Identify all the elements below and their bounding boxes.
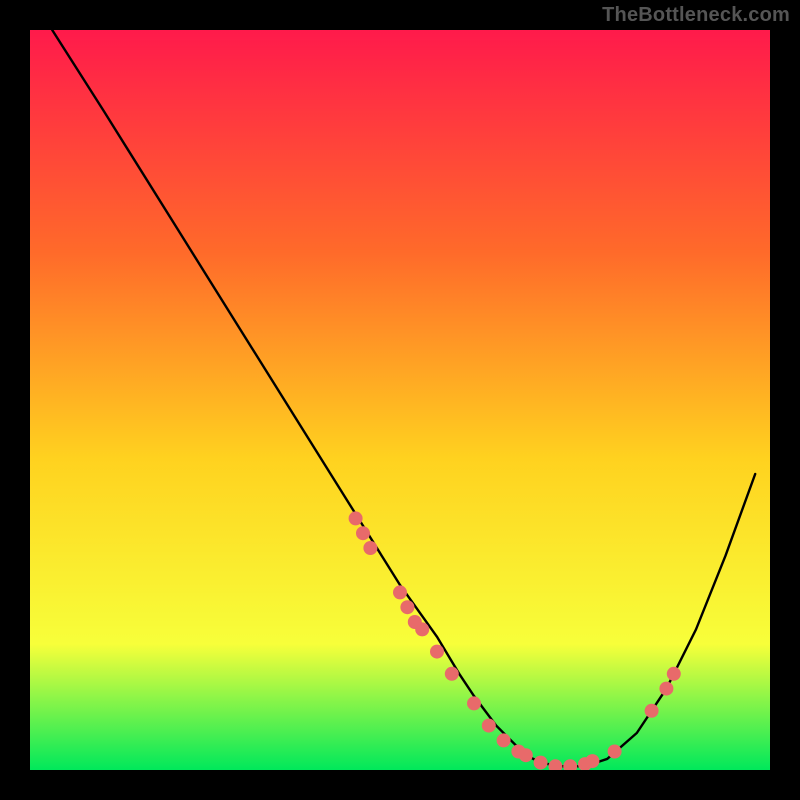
data-marker [585, 754, 599, 768]
data-marker [393, 585, 407, 599]
data-marker [519, 748, 533, 762]
data-marker [482, 719, 496, 733]
data-marker [445, 667, 459, 681]
data-marker [467, 696, 481, 710]
data-marker [349, 511, 363, 525]
watermark-text: TheBottleneck.com [602, 4, 790, 27]
data-marker [356, 526, 370, 540]
data-marker [430, 645, 444, 659]
data-marker [400, 600, 414, 614]
data-marker [534, 756, 548, 770]
data-marker [645, 704, 659, 718]
bottleneck-chart [30, 30, 770, 770]
data-marker [497, 733, 511, 747]
chart-stage: TheBottleneck.com [0, 0, 800, 800]
data-marker [608, 745, 622, 759]
data-marker [363, 541, 377, 555]
data-marker [415, 622, 429, 636]
data-marker [659, 682, 673, 696]
gradient-background [30, 30, 770, 770]
data-marker [667, 667, 681, 681]
plot-area [30, 30, 770, 770]
